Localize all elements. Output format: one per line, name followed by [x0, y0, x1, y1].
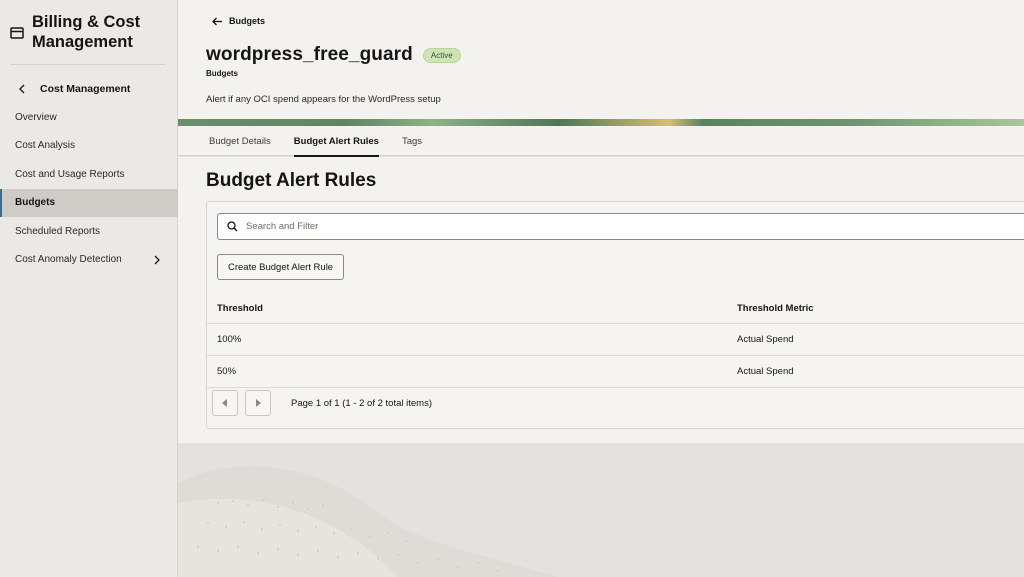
content-panel: Budget Alert Rules Create Budget Alert R… [178, 157, 1024, 443]
sidebar-back-cost-management[interactable]: Cost Management [0, 78, 178, 100]
cell-threshold: 50% [217, 366, 237, 377]
sidebar-item-cost-anomaly-detection[interactable]: Cost Anomaly Detection [0, 246, 178, 275]
sidebar-item-cost-usage-reports[interactable]: Cost and Usage Reports [0, 160, 178, 189]
sidebar-item-overview[interactable]: Overview [0, 103, 178, 132]
arrow-left-icon [212, 17, 222, 25]
sidebar-item-cost-analysis[interactable]: Cost Analysis [0, 132, 178, 161]
caret-right-icon [256, 399, 261, 407]
sidebar-divider [10, 64, 165, 65]
pagination: Page 1 of 1 (1 - 2 of 2 total items) [212, 390, 432, 416]
table-row[interactable]: 100% Actual Spend [207, 324, 1024, 356]
chevron-left-icon [18, 84, 26, 94]
alert-rules-card: Create Budget Alert Rule Threshold Thres… [206, 201, 1024, 429]
create-budget-alert-rule-button[interactable]: Create Budget Alert Rule [217, 254, 345, 280]
sidebar-item-label: Cost and Usage Reports [15, 168, 125, 180]
cell-threshold-metric: Actual Spend [737, 366, 794, 377]
title-row: wordpress_free_guard Active [206, 44, 461, 66]
decorative-background [178, 466, 558, 577]
card-icon [10, 26, 24, 39]
breadcrumb-label: Budgets [229, 16, 265, 26]
page-header: Budgets wordpress_free_guard Active Budg… [178, 0, 1024, 120]
search-icon [227, 221, 238, 232]
pagination-status: Page 1 of 1 (1 - 2 of 2 total items) [291, 397, 432, 409]
next-page-button[interactable] [245, 390, 271, 416]
cell-threshold-metric: Actual Spend [737, 334, 794, 345]
alert-rules-table: Threshold Threshold Metric 100% Actual S… [207, 294, 1024, 388]
sidebar-nav: Overview Cost Analysis Cost and Usage Re… [0, 103, 178, 274]
main-content: Budgets wordpress_free_guard Active Budg… [178, 0, 1024, 577]
sidebar-item-scheduled-reports[interactable]: Scheduled Reports [0, 217, 178, 246]
sidebar-item-label: Cost Analysis [15, 140, 76, 152]
breadcrumb-budgets[interactable]: Budgets [212, 16, 265, 26]
table-header: Threshold Threshold Metric [207, 294, 1024, 324]
search-box [217, 213, 1024, 240]
page-description: Alert if any OCI spend appears for the W… [206, 94, 441, 105]
sidebar-item-label: Cost Anomaly Detection [15, 254, 122, 266]
search-input[interactable] [246, 221, 1006, 232]
decorative-banner [178, 119, 1024, 126]
sidebar-back-label: Cost Management [40, 83, 131, 95]
page-subtitle: Budgets [206, 69, 238, 78]
status-badge: Active [422, 47, 461, 63]
app-root: Billing & Cost Management Cost Managemen… [0, 0, 1024, 577]
previous-page-button[interactable] [212, 390, 238, 416]
sidebar: Billing & Cost Management Cost Managemen… [0, 0, 178, 577]
column-header-threshold[interactable]: Threshold [207, 303, 737, 314]
tab-tags[interactable]: Tags [402, 126, 422, 156]
chevron-right-icon [154, 255, 160, 265]
app-title: Billing & Cost Management [32, 13, 141, 51]
sidebar-item-label: Overview [15, 111, 57, 123]
sidebar-item-label: Budgets [15, 197, 55, 209]
table-row[interactable]: 50% Actual Spend [207, 356, 1024, 388]
cell-threshold: 100% [217, 334, 242, 345]
sidebar-item-budgets[interactable]: Budgets [0, 188, 178, 217]
section-title: Budget Alert Rules [206, 170, 377, 191]
tab-budget-details[interactable]: Budget Details [209, 126, 271, 156]
tab-bar: Budget Details Budget Alert Rules Tags [178, 126, 1024, 157]
sidebar-header: Billing & Cost Management [10, 12, 166, 52]
tab-budget-alert-rules[interactable]: Budget Alert Rules [293, 126, 380, 157]
caret-left-icon [222, 399, 227, 407]
sidebar-item-label: Scheduled Reports [15, 225, 101, 237]
page-title: wordpress_free_guard [206, 44, 413, 65]
column-header-threshold-metric[interactable]: Threshold Metric [737, 303, 1024, 314]
